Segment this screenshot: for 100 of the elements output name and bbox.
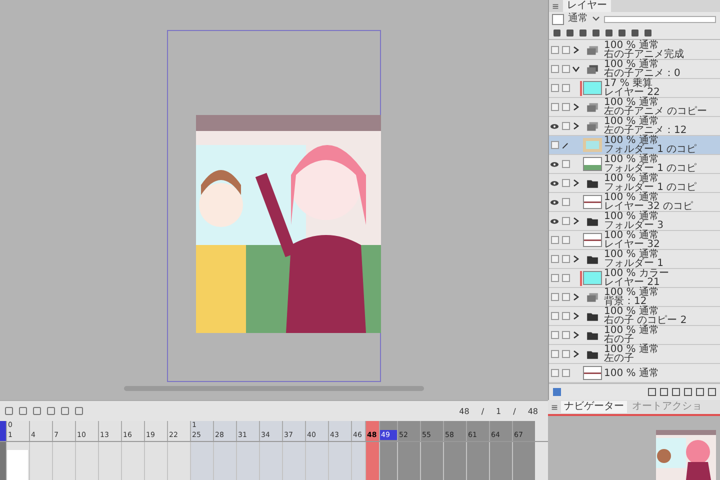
layer-name: 背景：12	[604, 297, 647, 306]
layer-thumbnail	[583, 195, 602, 209]
frame-counter: 1	[496, 406, 502, 416]
lock-checkbox[interactable]	[562, 255, 570, 263]
layer-thumbnail	[583, 81, 602, 95]
lock-checkbox[interactable]	[562, 350, 570, 358]
menu-icon[interactable]	[550, 402, 559, 412]
eye-icon[interactable]	[550, 180, 559, 186]
layer-blend-info: 100 % 通常	[604, 98, 659, 107]
navigator-preview-drawing	[656, 430, 716, 480]
layer-blend-info: 100 % 通常	[604, 250, 659, 259]
eye-icon[interactable]	[550, 122, 559, 130]
visibility-checkbox[interactable]	[550, 274, 558, 282]
folder-icon	[586, 216, 599, 226]
visibility-checkbox[interactable]	[550, 369, 558, 377]
layer-row[interactable]: 100 % 通常 左の子アニメ のコピー	[549, 98, 720, 117]
lock-checkbox[interactable]	[562, 103, 570, 111]
lock-checkbox[interactable]	[562, 65, 570, 73]
eye-icon[interactable]	[550, 218, 559, 224]
layer-thumbnail	[583, 138, 602, 152]
keyframe-cell[interactable]	[7, 450, 28, 480]
layer-thumbnail	[583, 233, 602, 247]
lock-checkbox[interactable]	[562, 274, 570, 282]
layer-blend-info: 100 % 通常	[604, 41, 659, 50]
layer-row[interactable]: 100 % 通常 左の子	[549, 345, 720, 364]
layer-row[interactable]: 100 % 通常 右の子アニメ：0	[549, 60, 720, 79]
visibility-checkbox[interactable]	[550, 236, 558, 244]
lock-checkbox[interactable]	[562, 312, 570, 320]
menu-icon[interactable]	[551, 2, 560, 10]
layer-blend-info: 100 % 通常	[604, 117, 659, 126]
frame-counter: 48	[459, 406, 470, 416]
visibility-checkbox[interactable]	[550, 103, 558, 111]
folder-icon	[586, 330, 599, 340]
layer-name: フォルダー 3	[604, 221, 664, 230]
lock-checkbox[interactable]	[562, 46, 570, 54]
folder-icon	[586, 178, 599, 188]
layer-row[interactable]: 100 % カラー レイヤー 21	[549, 269, 720, 288]
layer-name: 左の子	[604, 354, 634, 363]
visibility-checkbox[interactable]	[550, 293, 558, 301]
layer-row[interactable]: 100 % 通常 フォルダー 3	[549, 212, 720, 231]
layer-name: レイヤー 22	[604, 88, 660, 97]
eye-icon[interactable]	[550, 160, 559, 168]
visibility-checkbox[interactable]	[550, 350, 558, 358]
layer-tab[interactable]: レイヤー	[563, 0, 611, 12]
lock-checkbox[interactable]	[562, 236, 570, 244]
layer-name: レイヤー 32	[604, 240, 660, 249]
visibility-checkbox[interactable]	[550, 312, 558, 320]
layer-name: フォルダー 1 のコピ	[604, 145, 697, 154]
layer-row[interactable]: 100 % 通常 フォルダー 1 のコピ	[549, 174, 720, 193]
layer-blend-info: 100 % 通常	[604, 288, 659, 297]
layer-name: 右の子アニメ：0	[604, 69, 680, 78]
layout-icon[interactable]	[552, 387, 562, 397]
layer-row[interactable]: 100 % 通常 右の子	[549, 326, 720, 345]
layer-row[interactable]: 100 % 通常 レイヤー 32	[549, 231, 720, 250]
opacity-slider-fill[interactable]	[605, 16, 715, 22]
visibility-checkbox[interactable]	[550, 84, 558, 92]
animation-folder-icon	[586, 102, 599, 112]
visibility-checkbox[interactable]	[550, 46, 558, 54]
layer-row[interactable]: 100 % 通常 右の子アニメ完成	[549, 41, 720, 60]
frame-counter: /	[513, 406, 516, 416]
visibility-checkbox[interactable]	[550, 255, 558, 263]
lock-checkbox[interactable]	[562, 179, 570, 187]
layer-row[interactable]: 100 % 通常 左の子アニメ：12	[549, 117, 720, 136]
lock-checkbox[interactable]	[562, 331, 570, 339]
lock-checkbox[interactable]	[562, 217, 570, 225]
layer-name: フォルダー 1	[604, 259, 664, 268]
lock-checkbox[interactable]	[562, 293, 570, 301]
color-swatch[interactable]	[552, 14, 564, 24]
layer-row[interactable]: 17 % 乗算 レイヤー 22	[549, 79, 720, 98]
lock-checkbox[interactable]	[562, 84, 570, 92]
layer-blend-info: 17 % 乗算	[604, 79, 653, 88]
layer-blend-info: 100 % 通常	[604, 368, 659, 378]
blend-mode-dropdown[interactable]: 通常	[568, 13, 588, 25]
frame-counter: /	[481, 406, 484, 416]
layer-row[interactable]: 100 % 通常 右の子 のコピー 2	[549, 307, 720, 326]
layer-row[interactable]: 100 % 通常 レイヤー 32 のコピ	[549, 193, 720, 212]
horizontal-scrollbar[interactable]	[124, 386, 424, 391]
layer-blend-info: 100 % 通常	[604, 307, 659, 316]
eye-icon[interactable]	[550, 198, 559, 206]
lock-checkbox[interactable]	[562, 369, 570, 377]
lock-checkbox[interactable]	[562, 198, 570, 206]
layer-blend-info: 100 % 通常	[604, 326, 659, 335]
visibility-checkbox[interactable]	[550, 141, 558, 149]
visibility-checkbox[interactable]	[550, 331, 558, 339]
layer-row[interactable]: 100 % 通常 フォルダー 1 のコピ	[549, 136, 720, 155]
layer-name: 左の子アニメ のコピー	[604, 107, 708, 116]
layer-name: 右の子	[604, 335, 634, 344]
layer-blend-info: 100 % 通常	[604, 155, 659, 164]
lock-checkbox[interactable]	[562, 160, 570, 168]
animation-folder-icon	[586, 64, 599, 74]
panel-tab[interactable]: ナビゲーター	[561, 401, 627, 413]
layer-row[interactable]: 100 % 通常 フォルダー 1 のコピ	[549, 155, 720, 174]
animation-folder-icon	[586, 292, 599, 302]
layer-row[interactable]: 100 % 通常	[549, 364, 720, 383]
layer-name: レイヤー 21	[604, 278, 660, 287]
lock-checkbox[interactable]	[562, 122, 570, 130]
caret-icon[interactable]	[592, 16, 600, 22]
layer-row[interactable]: 100 % 通常 フォルダー 1	[549, 250, 720, 269]
visibility-checkbox[interactable]	[550, 65, 558, 73]
layer-row[interactable]: 100 % 通常 背景：12	[549, 288, 720, 307]
